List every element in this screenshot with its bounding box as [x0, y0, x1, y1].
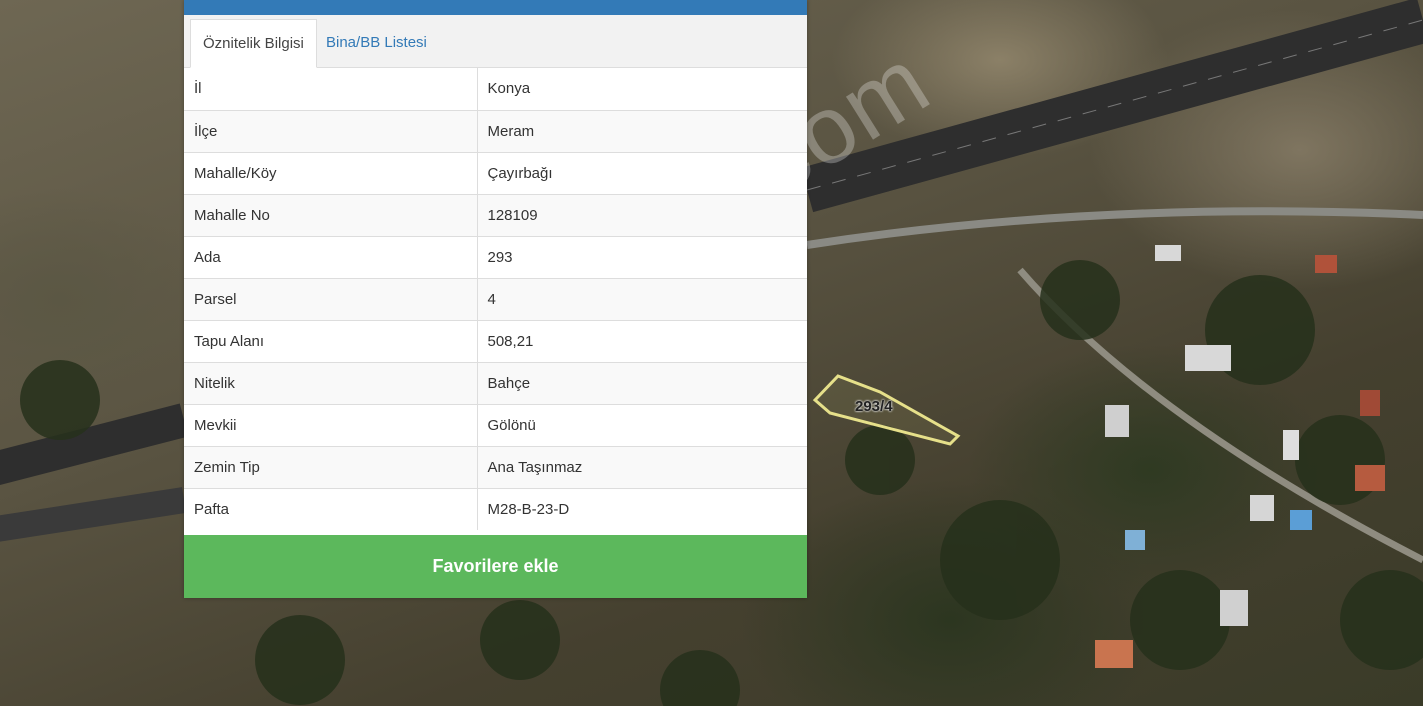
tab-bar: Öznitelik Bilgisi Bina/BB Listesi [184, 15, 807, 68]
table-row: Mahalle/Köy Çayırbağı [184, 151, 807, 194]
attribute-value: 4 [477, 277, 807, 320]
table-row: İl Konya [184, 68, 807, 110]
attribute-key: Mahalle/Köy [184, 151, 478, 194]
attribute-value: Çayırbağı [477, 151, 807, 194]
table-row: Zemin Tip Ana Taşınmaz [184, 445, 807, 488]
attribute-key: Tapu Alanı [184, 319, 478, 362]
attribute-key: Zemin Tip [184, 445, 478, 488]
attribute-value: Gölönü [477, 403, 807, 446]
attribute-key: Nitelik [184, 361, 478, 404]
attribute-key: Pafta [184, 487, 478, 530]
table-row: Nitelik Bahçe [184, 361, 807, 404]
attribute-key: İlçe [184, 109, 478, 152]
attribute-value: 128109 [477, 193, 807, 236]
panel-header-bar [184, 0, 807, 15]
attribute-key: Mevkii [184, 403, 478, 446]
attribute-key: Ada [184, 235, 478, 278]
tab-attribute-info[interactable]: Öznitelik Bilgisi [190, 19, 317, 68]
table-row: Pafta M28-B-23-D [184, 487, 807, 530]
add-to-favorites-button[interactable]: Favorilere ekle [184, 535, 807, 598]
road-left-lower [0, 487, 186, 542]
attribute-key: Parsel [184, 277, 478, 320]
attribute-value: M28-B-23-D [477, 487, 807, 530]
attribute-key: İl [184, 68, 478, 110]
tab-building-list[interactable]: Bina/BB Listesi [314, 19, 439, 67]
table-row: Mahalle No 128109 [184, 193, 807, 236]
side-road [806, 207, 1423, 249]
table-row: Ada 293 [184, 235, 807, 278]
attribute-value: Konya [487, 80, 531, 98]
attribute-value: Bahçe [477, 361, 807, 404]
attribute-table: İl Konya İlçe Meram Mahalle/Köy Çayırbağ… [184, 68, 807, 530]
attribute-value: 293 [477, 235, 807, 278]
highway-left [0, 403, 189, 485]
table-row: İlçe Meram [184, 109, 807, 152]
parcel-label: 293/4 [855, 398, 893, 415]
table-row: Parsel 4 [184, 277, 807, 320]
attribute-value: Meram [477, 109, 807, 152]
parcel-info-panel: Öznitelik Bilgisi Bina/BB Listesi İl Kon… [184, 0, 807, 598]
attribute-value: Ana Taşınmaz [477, 445, 807, 488]
attribute-value: 508,21 [477, 319, 807, 362]
table-row: Tapu Alanı 508,21 [184, 319, 807, 362]
table-row: Mevkii Gölönü [184, 403, 807, 446]
attribute-key: Mahalle No [184, 193, 478, 236]
